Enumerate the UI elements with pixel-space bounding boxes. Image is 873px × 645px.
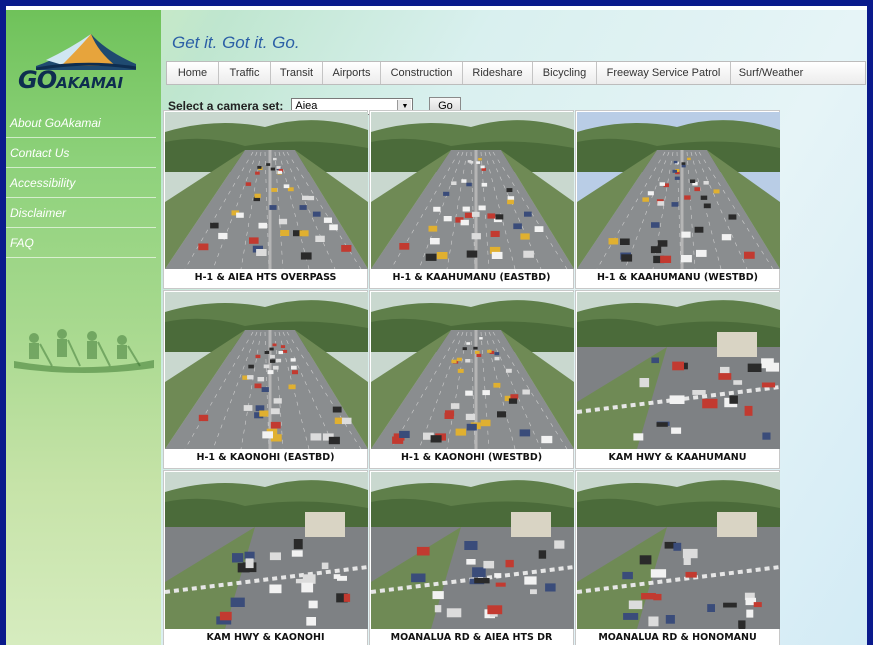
camera-image[interactable] [577, 472, 780, 629]
camera-caption: KAM HWY & KAAHUMANU [608, 452, 747, 463]
tab-home[interactable]: Home [167, 62, 219, 84]
logo[interactable]: GOAKAMAI [16, 26, 156, 94]
camera-caption: H-1 & KAONOHI (EASTBD) [196, 452, 335, 463]
camera-image[interactable] [165, 112, 368, 269]
camera-tile[interactable]: MOANALUA RD & HONOMANU [575, 470, 780, 645]
camera-caption: H-1 & KAAHUMANU (WESTBD) [596, 272, 758, 283]
camera-image[interactable] [371, 112, 574, 269]
camera-tile[interactable]: H-1 & KAONOHI (WESTBD) [369, 290, 574, 469]
sidebar-item-faq[interactable]: FAQ [6, 228, 156, 258]
tab-traffic[interactable]: Traffic [219, 62, 271, 84]
camera-tile[interactable]: H-1 & KAAHUMANU (EASTBD) [369, 110, 574, 289]
tab-transit[interactable]: Transit [271, 62, 323, 84]
mountain-logo-icon [36, 34, 136, 70]
tagline: Get it. Got it. Go. [172, 33, 300, 52]
sidebar-nav: About GoAkamai Contact Us Accessibility … [6, 108, 156, 258]
tab-freeway-service-patrol[interactable]: Freeway Service Patrol [597, 62, 731, 84]
camera-tile[interactable]: KAM HWY & KAONOHI [163, 470, 368, 645]
camera-image[interactable] [577, 292, 780, 449]
camera-image[interactable] [165, 292, 368, 449]
camera-image[interactable] [371, 292, 574, 449]
camera-image[interactable] [577, 112, 780, 269]
camera-tile[interactable]: H-1 & KAAHUMANU (WESTBD) [575, 110, 780, 289]
camera-image[interactable] [165, 472, 368, 629]
tab-surf-weather[interactable]: Surf/Weather [731, 62, 811, 84]
camera-tile[interactable]: H-1 & AIEA HTS OVERPASS [163, 110, 368, 289]
tab-rideshare[interactable]: Rideshare [463, 62, 533, 84]
sidebar: GOAKAMAI About GoAkamai Contact Us Acces… [6, 10, 161, 645]
canoe-paddlers-icon [14, 329, 154, 373]
tab-airports[interactable]: Airports [323, 62, 381, 84]
sidebar-item-disclaimer[interactable]: Disclaimer [6, 198, 156, 228]
camera-tile[interactable]: MOANALUA RD & AIEA HTS DR [369, 470, 574, 645]
camera-caption: H-1 & AIEA HTS OVERPASS [194, 272, 337, 283]
camera-tile[interactable]: KAM HWY & KAAHUMANU [575, 290, 780, 469]
page: GOAKAMAI About GoAkamai Contact Us Acces… [6, 6, 867, 645]
camera-tile[interactable]: H-1 & KAONOHI (EASTBD) [163, 290, 368, 469]
tab-construction[interactable]: Construction [381, 62, 463, 84]
camera-caption: KAM HWY & KAONOHI [206, 632, 325, 643]
sidebar-item-about[interactable]: About GoAkamai [6, 108, 156, 138]
top-nav: Home Traffic Transit Airports Constructi… [166, 61, 866, 85]
camera-caption: H-1 & KAAHUMANU (EASTBD) [392, 272, 551, 283]
tab-bicycling[interactable]: Bicycling [533, 62, 597, 84]
camera-image[interactable] [371, 472, 574, 629]
camera-caption: MOANALUA RD & HONOMANU [598, 632, 757, 643]
camera-caption: MOANALUA RD & AIEA HTS DR [390, 632, 553, 643]
camera-caption: H-1 & KAONOHI (WESTBD) [400, 452, 543, 463]
sidebar-item-accessibility[interactable]: Accessibility [6, 168, 156, 198]
logo-wordmark: GOAKAMAI [18, 66, 124, 94]
sidebar-item-contact[interactable]: Contact Us [6, 138, 156, 168]
